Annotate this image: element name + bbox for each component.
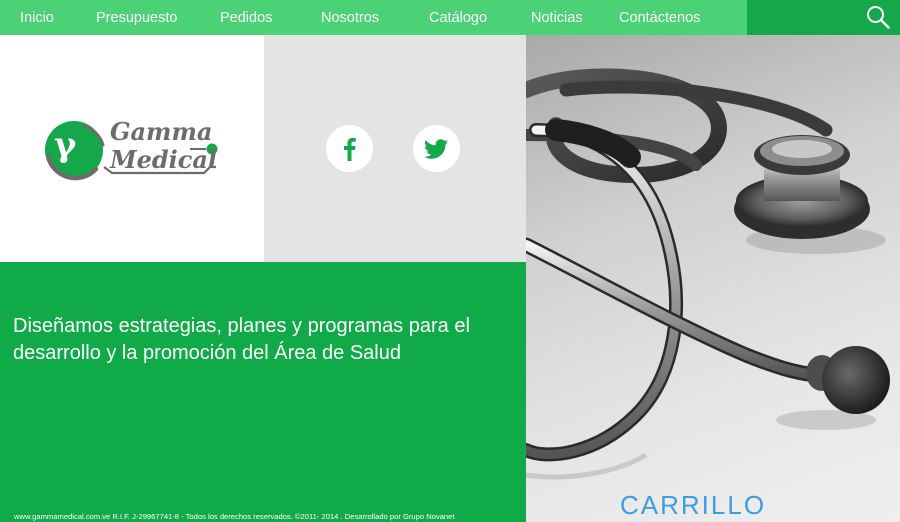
nav-item-contactenos[interactable]: Contáctenos xyxy=(619,0,700,35)
search-area xyxy=(747,0,900,35)
logo-line-1: Gamma xyxy=(110,117,213,146)
facebook-button[interactable] xyxy=(326,125,373,172)
logo-gamma-symbol: γ xyxy=(54,125,77,165)
hero-panel: Diseñamos estrategias, planes y programa… xyxy=(0,262,526,522)
logo-line-2: Medical xyxy=(110,145,218,174)
twitter-button[interactable] xyxy=(413,125,460,172)
social-panel xyxy=(264,35,526,262)
facebook-icon xyxy=(344,137,356,161)
photo-caption: CARRILLO xyxy=(620,490,767,520)
nav-item-nosotros[interactable]: Nosotros xyxy=(321,0,379,35)
twitter-icon xyxy=(424,139,448,159)
stethoscope-photo: CARRILLO xyxy=(526,35,900,522)
gamma-medical-logo[interactable]: γ Gamma Medical xyxy=(44,117,224,183)
footer-text: www.gammamedical.com.ve R.I.F. J-2996774… xyxy=(14,512,455,521)
nav-item-pedidos[interactable]: Pedidos xyxy=(220,0,272,35)
search-icon[interactable] xyxy=(866,5,890,29)
nav-item-catalogo[interactable]: Catálogo xyxy=(429,0,487,35)
nav-item-inicio[interactable]: Inicio xyxy=(20,0,54,35)
stethoscope-image xyxy=(526,68,890,480)
nav-item-noticias[interactable]: Noticias xyxy=(531,0,583,35)
nav-item-presupuesto[interactable]: Presupuesto xyxy=(96,0,177,35)
hero-tagline: Diseñamos estrategias, planes y programa… xyxy=(13,315,470,364)
logo-panel: γ Gamma Medical xyxy=(0,35,264,262)
top-nav: Inicio Presupuesto Pedidos Nosotros Catá… xyxy=(0,0,900,35)
